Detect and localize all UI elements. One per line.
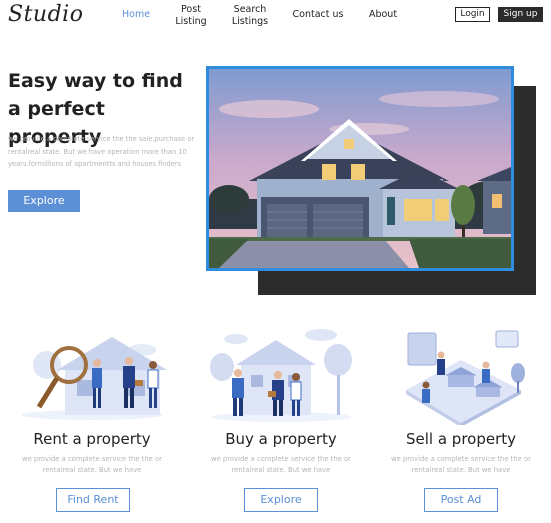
nav-link-home-label: Home (122, 9, 151, 20)
nav-link-search-listings[interactable]: Search Listings (228, 4, 272, 28)
buy-illustration (210, 329, 352, 422)
nav-link-search-listings-line1: Search (233, 4, 267, 15)
hero-house-image (206, 66, 514, 271)
top-navbar: Studio Home Post Listing Search Listings… (0, 0, 551, 34)
card-buy-title: Buy a property (225, 430, 337, 448)
rent-illustration (22, 337, 167, 420)
nav-link-search-listings-line2: Listings (231, 16, 269, 27)
sell-illustration (406, 330, 525, 425)
nav-link-post-listing-line1: Post (181, 4, 201, 15)
find-rent-button[interactable]: Find Rent (56, 488, 130, 512)
nav-link-post-listing[interactable]: Post Listing (172, 4, 210, 28)
login-button[interactable]: Login (455, 7, 490, 22)
house-illustration (209, 69, 511, 268)
logo[interactable]: Studio (8, 2, 83, 27)
card-rent: Rent a property we provide a complete se… (7, 325, 177, 520)
nav-link-contact-us[interactable]: Contact us (290, 9, 346, 21)
nav-link-home[interactable]: Home (122, 9, 150, 21)
buy-explore-button[interactable]: Explore (244, 488, 318, 512)
card-rent-title: Rent a property (33, 430, 151, 448)
card-sell-title: Sell a property (405, 430, 517, 448)
hero-description: we provide a complete service the the sa… (8, 135, 195, 168)
card-buy: Buy a property we provide a complete ser… (196, 325, 366, 520)
card-sell: Sell a property we provide a complete se… (376, 325, 546, 520)
hero-explore-button[interactable]: Explore (8, 190, 80, 212)
card-buy-text: we provide a complete service the the or… (211, 455, 351, 474)
nav-link-about-label: About (368, 9, 398, 20)
signup-button[interactable]: Sign up (498, 7, 543, 22)
post-ad-button[interactable]: Post Ad (424, 488, 498, 512)
card-rent-text: we provide a complete service the the or… (22, 455, 162, 474)
card-sell-text: we provide a complete service the the or… (391, 455, 531, 474)
nav-link-post-listing-line2: Listing (175, 16, 207, 27)
nav-link-contact-us-label: Contact us (292, 9, 344, 20)
nav-link-about[interactable]: About (366, 9, 400, 21)
